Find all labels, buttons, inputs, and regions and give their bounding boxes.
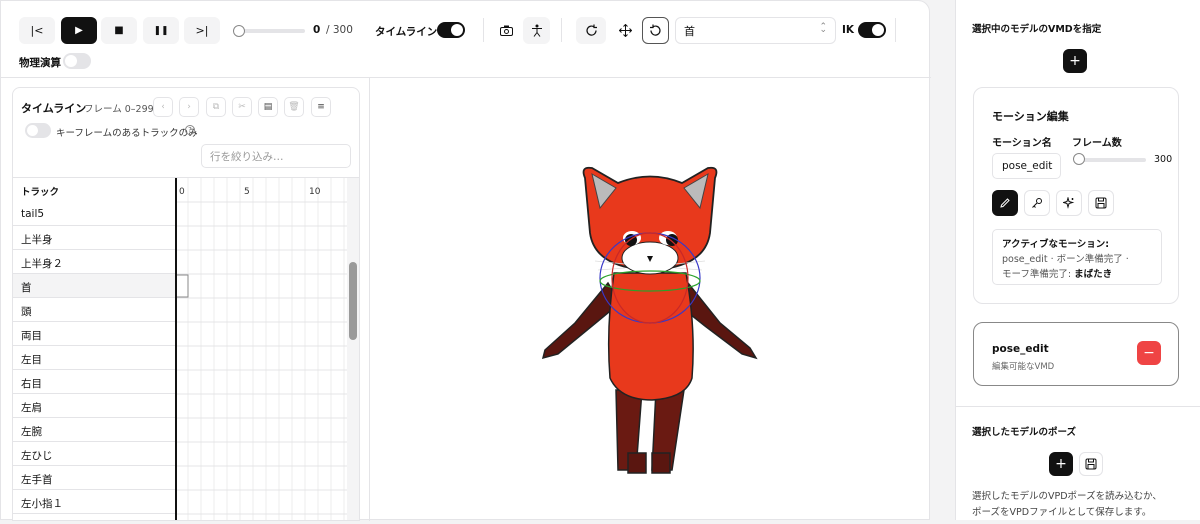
motion-edit-title: モーション編集 <box>992 110 1069 123</box>
reset-icon[interactable] <box>642 17 669 44</box>
ik-toggle-label: IK <box>842 24 855 36</box>
frame-count-value: 300 <box>1154 154 1173 165</box>
bone-select-value: 首 <box>684 25 695 38</box>
frame-tick-label: 5 <box>244 187 250 197</box>
vmd-list-item[interactable]: pose_edit 編集可能なVMD − <box>973 322 1179 386</box>
pose-desc-line1: 選択したモデルのVPDポーズを読み込むか、 <box>972 491 1162 502</box>
chevron-left-icon[interactable]: ‹ <box>153 97 173 117</box>
first-frame-button[interactable]: |< <box>19 17 55 44</box>
selected-keyframe-cell <box>175 274 189 298</box>
camera-icon[interactable] <box>493 17 520 44</box>
track-row[interactable]: 左手首 <box>13 466 175 490</box>
frame-tick-label: 10 <box>309 187 321 197</box>
pose-figure-icon[interactable] <box>523 17 550 44</box>
red-panda-model <box>541 166 758 474</box>
motion-edit-card: モーション編集 モーション名 フレーム数 pose_edit 300 アクティブ… <box>973 87 1179 304</box>
timeline-toggle[interactable] <box>437 22 465 38</box>
section-divider <box>956 406 1200 407</box>
track-row[interactable]: 右目 <box>13 370 175 394</box>
playhead[interactable] <box>175 178 177 520</box>
track-row[interactable]: 左ひじ <box>13 442 175 466</box>
play-button[interactable]: ▶ <box>61 17 97 44</box>
track-row[interactable]: 両目 <box>13 322 175 346</box>
paste-icon[interactable]: ▤ <box>258 97 278 117</box>
pencil-icon[interactable] <box>992 190 1018 216</box>
frame-current: 0 <box>313 24 321 36</box>
add-pose-button[interactable]: + <box>1049 452 1073 476</box>
cut-icon[interactable]: ✂ <box>232 97 252 117</box>
pause-button[interactable]: ❚❚ <box>143 17 179 44</box>
track-row[interactable]: 首 <box>13 274 175 298</box>
motion-name-input[interactable]: pose_edit <box>992 153 1061 179</box>
track-row[interactable]: tail5 <box>13 202 175 226</box>
ik-toggle[interactable] <box>858 22 886 38</box>
stop-button[interactable]: ■ <box>101 17 137 44</box>
editor-panel: |< ▶ ■ ❚❚ >| 0 / 300 タイムライン 首 ⌃ ⌄ IK 物理演算… <box>0 0 931 521</box>
3d-viewport[interactable] <box>370 78 930 521</box>
rotate-icon[interactable] <box>576 17 606 44</box>
frame-slider[interactable] <box>233 25 305 37</box>
keyframe-only-label: キーフレームのあるトラックのみ <box>56 128 198 139</box>
last-frame-button[interactable]: >| <box>184 17 220 44</box>
track-row[interactable]: 頭 <box>13 298 175 322</box>
physics-toggle[interactable] <box>63 53 91 69</box>
frame-count-slider-knob[interactable] <box>1073 153 1085 165</box>
pose-desc-line2: ポーズをVPDファイルとして保存します。 <box>972 507 1152 518</box>
track-row[interactable]: 上半身２ <box>13 250 175 274</box>
keyframe-grid[interactable]: 0 5 10 <box>175 178 347 520</box>
track-row[interactable]: 左肩 <box>13 394 175 418</box>
track-row[interactable]: 左目 <box>13 346 175 370</box>
add-vmd-button[interactable]: + <box>1063 49 1087 73</box>
frame-total: / 300 <box>326 24 353 36</box>
timeline-toggle-label: タイムライン <box>375 26 438 38</box>
toolbar-divider <box>483 18 484 42</box>
pose-section-title: 選択したモデルのポーズ <box>972 427 1077 438</box>
scrollbar-thumb[interactable] <box>349 262 357 340</box>
toolbar-divider <box>561 18 562 42</box>
track-column-header: トラック <box>21 187 60 198</box>
sparkles-icon[interactable] <box>1056 190 1082 216</box>
timeline-scrollbar[interactable] <box>347 178 359 520</box>
save-icon[interactable] <box>1088 190 1114 216</box>
frame-count-label: フレーム数 <box>1072 138 1122 149</box>
help-icon[interactable]: ? <box>185 125 195 135</box>
active-motion-info: アクティブなモーション: pose_edit · ボーン準備完了 · モーフ準備… <box>992 229 1162 285</box>
frame-slider-knob[interactable] <box>233 25 245 37</box>
vmd-section-title: 選択中のモデルのVMDを指定 <box>972 24 1102 35</box>
bone-select[interactable]: 首 ⌃ ⌄ <box>675 17 836 44</box>
chevron-updown-icon: ⌃ ⌄ <box>819 22 827 35</box>
copy-icon[interactable]: ⧉ <box>206 97 226 117</box>
move-icon[interactable] <box>610 17 640 44</box>
vmd-item-desc: 編集可能なVMD <box>992 362 1055 372</box>
track-row[interactable]: 左腕 <box>13 418 175 442</box>
motion-name-label: モーション名 <box>992 138 1052 149</box>
active-motion-status: pose_edit · ボーン準備完了 · <box>1002 254 1129 265</box>
delete-icon[interactable]: 🗑 <box>284 97 304 117</box>
remove-vmd-button[interactable]: − <box>1137 341 1161 365</box>
frame-tick-label: 0 <box>179 187 185 197</box>
vmd-item-name: pose_edit <box>992 343 1049 355</box>
track-filter-input[interactable]: 行を絞り込み… <box>201 144 351 168</box>
key-icon[interactable] <box>1024 190 1050 216</box>
timeline-panel: タイムライン フレーム 0–299 ‹ › ⧉ ✂ ▤ 🗑 ≡ キーフレームのあ… <box>12 87 360 521</box>
sidebar: 選択中のモデルのVMDを指定 + モーション編集 モーション名 フレーム数 po… <box>955 0 1200 520</box>
active-motion-morph: モーフ準備完了: まばたき <box>1002 269 1113 280</box>
menu-icon[interactable]: ≡ <box>311 97 331 117</box>
track-row[interactable]: 上半身 <box>13 226 175 250</box>
active-motion-label: アクティブなモーション: <box>1002 239 1110 250</box>
track-row[interactable]: 左小指１ <box>13 490 175 514</box>
frame-range: フレーム 0–299 <box>84 104 154 115</box>
save-pose-icon[interactable] <box>1079 452 1103 476</box>
physics-toggle-label: 物理演算 <box>19 57 61 69</box>
toolbar-divider <box>895 18 896 42</box>
chevron-right-icon[interactable]: › <box>179 97 199 117</box>
keyframe-only-toggle[interactable] <box>25 123 51 138</box>
timeline-title: タイムライン <box>21 102 87 115</box>
